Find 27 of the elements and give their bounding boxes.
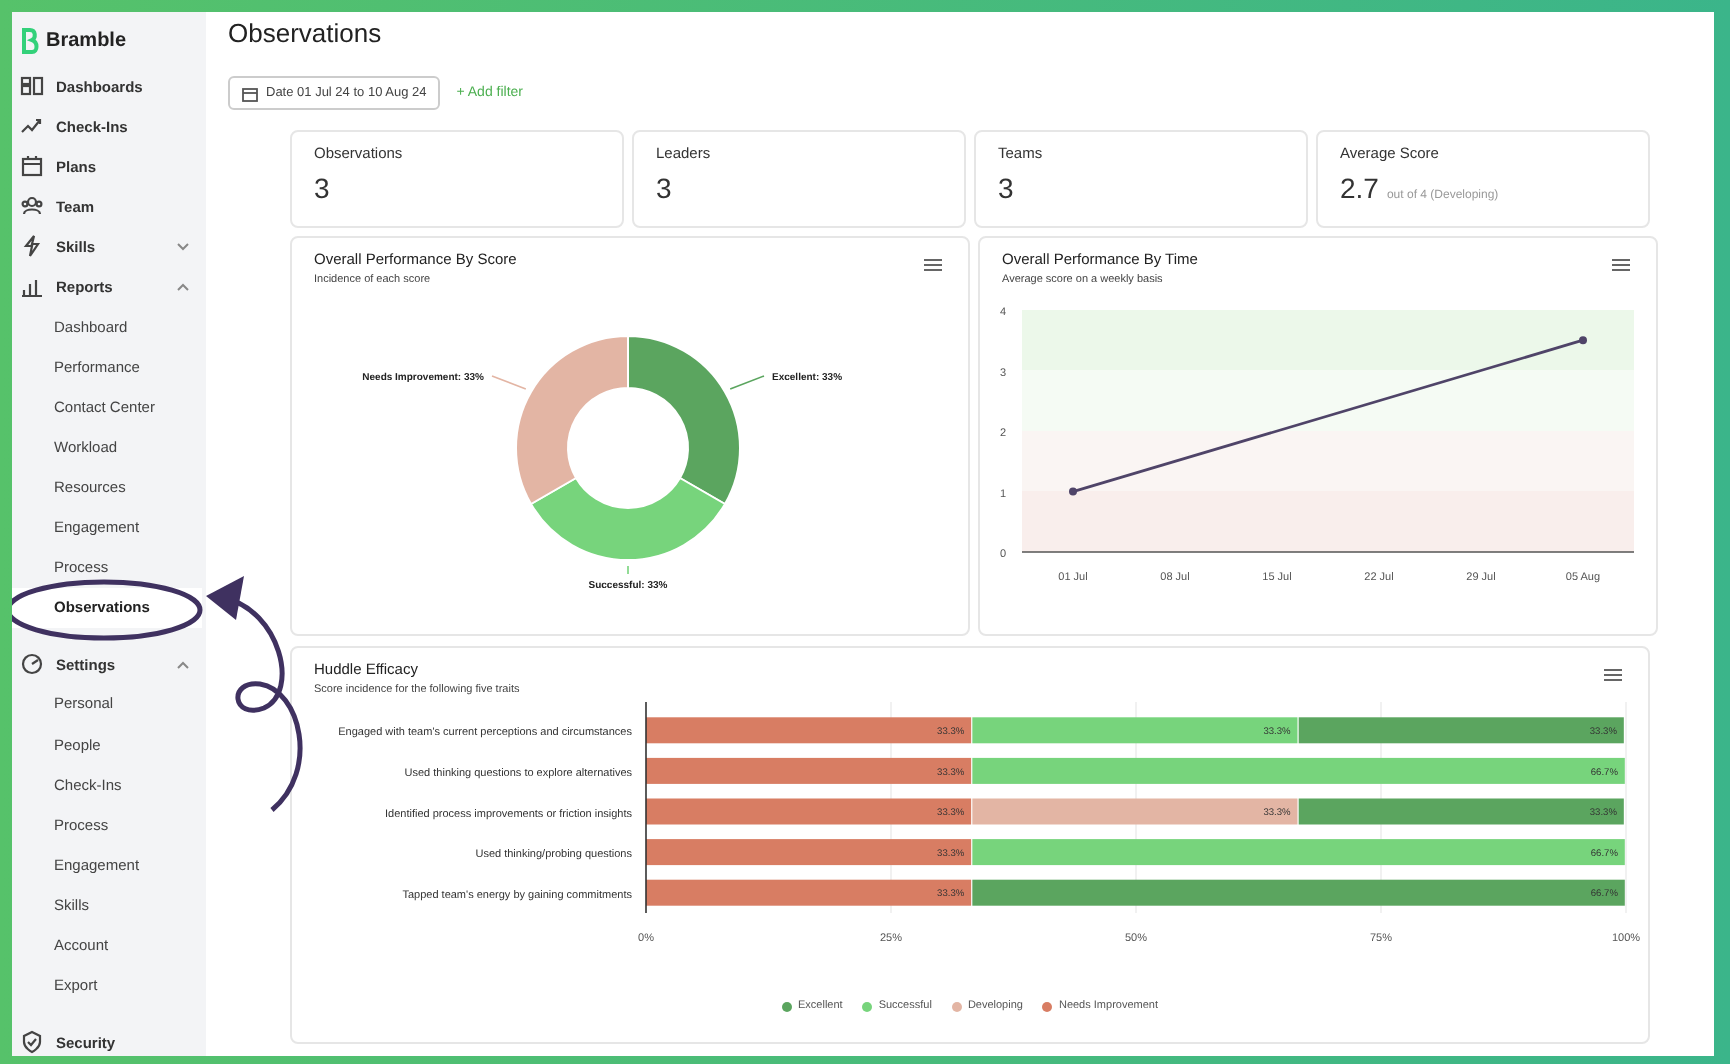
leader-line — [729, 375, 765, 390]
people-icon — [20, 194, 44, 219]
menu-button[interactable] — [1600, 664, 1626, 686]
stat-value: 3 — [656, 172, 672, 204]
page-title: Observations — [228, 16, 384, 52]
menu-button[interactable] — [1608, 254, 1634, 276]
gauge-icon — [20, 652, 44, 677]
calendar-icon — [242, 85, 258, 101]
lightning-icon — [20, 234, 44, 259]
stat-value: 3 — [314, 172, 330, 204]
calendar-icon — [20, 154, 44, 179]
app-name: Bramble — [46, 29, 127, 51]
stat-value: 2.7 — [1340, 172, 1379, 204]
shield-icon — [20, 1030, 44, 1055]
leader-line — [491, 375, 527, 390]
chevron-up-icon — [176, 282, 190, 293]
stat-value: 3 — [998, 172, 1014, 204]
leader-line — [627, 565, 629, 575]
logo-icon — [20, 26, 40, 54]
menu-icon — [1612, 258, 1630, 272]
dashboard-icon — [20, 74, 44, 99]
menu-icon — [1604, 668, 1622, 682]
chevron-up-icon — [176, 659, 190, 670]
bar-chart-icon — [20, 275, 44, 300]
chevron-down-icon — [176, 241, 190, 252]
menu-icon — [924, 258, 942, 272]
menu-button[interactable] — [920, 254, 946, 276]
